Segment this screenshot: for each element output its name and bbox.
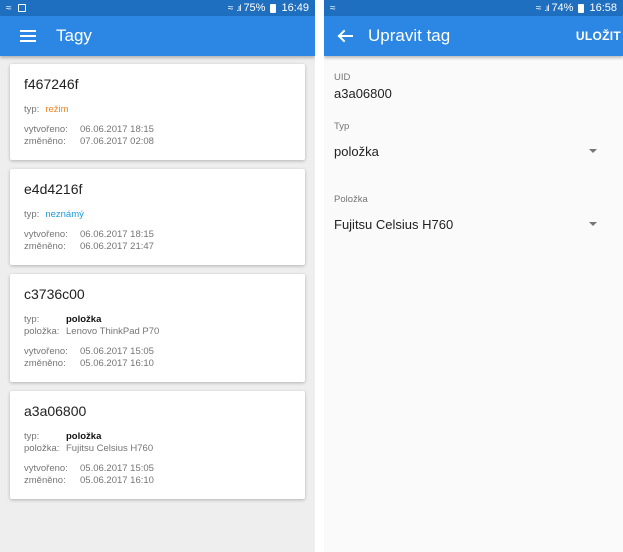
type-label: typ: (24, 314, 40, 325)
tag-item-row: položka: Lenovo ThinkPad P70 (24, 326, 291, 338)
clock: 16:58 (589, 2, 617, 14)
tag-type-row: typ: položka (24, 431, 291, 443)
modified-row: změněno: 07.06.2017 02:08 (24, 136, 291, 148)
app-bar: Tagy (0, 16, 315, 56)
item-label: Položka (334, 194, 368, 205)
tag-card[interactable]: e4d4216f typ: neznámý vytvořeno: 06.06.2… (10, 169, 305, 265)
edit-tag-screen: ≈ ≈ .ıl 74% 16:58 Upravit tag ULOŽIT UID… (324, 0, 623, 552)
modified-label: změněno: (24, 358, 66, 369)
tag-card[interactable]: c3736c00 typ: položka položka: Lenovo Th… (10, 274, 305, 382)
type-label: typ: (24, 209, 40, 220)
menu-button[interactable] (0, 16, 56, 56)
type-label: typ: (24, 104, 40, 115)
created-value: 05.06.2017 15:05 (80, 463, 154, 474)
tag-type-row: typ: položka (24, 314, 291, 326)
modified-value: 06.06.2017 21:47 (80, 241, 154, 252)
uid-label: UID (334, 72, 351, 83)
hamburger-menu-icon (20, 30, 36, 42)
type-select-value: položka (334, 143, 379, 159)
back-button[interactable] (324, 16, 368, 56)
tag-item-row: položka: Fujitsu Celsius H760 (24, 443, 291, 455)
app-bar: Upravit tag ULOŽIT (324, 16, 623, 56)
dropdown-arrow-icon (589, 222, 597, 226)
page-title: Upravit tag (368, 26, 451, 45)
type-select[interactable]: položka (334, 136, 613, 166)
modified-label: změněno: (24, 136, 66, 147)
status-bar: ≈ ≈ .ıl 74% 16:58 (324, 0, 623, 16)
created-row: vytvořeno: 06.06.2017 18:15 (24, 124, 291, 136)
tag-uid: e4d4216f (24, 181, 83, 197)
tag-list: f467246f typ: režim vytvořeno: 06.06.201… (0, 56, 315, 499)
tag-list-screen: ≈ ≈ .ıl 75% 16:49 Tagy f467246f typ: rež… (0, 0, 315, 552)
item-select[interactable]: Fujitsu Celsius H760 (334, 209, 613, 239)
tag-type-row: typ: režim (24, 104, 291, 116)
modified-row: změněno: 05.06.2017 16:10 (24, 358, 291, 370)
battery-icon (270, 3, 277, 13)
created-row: vytvořeno: 06.06.2017 18:15 (24, 229, 291, 241)
modified-value: 05.06.2017 16:10 (80, 475, 154, 486)
tag-type-row: typ: neznámý (24, 209, 291, 221)
status-bar: ≈ ≈ .ıl 75% 16:49 (0, 0, 315, 16)
item-select-value: Fujitsu Celsius H760 (334, 216, 454, 232)
created-label: vytvořeno: (24, 346, 68, 357)
item-label: položka: (24, 443, 60, 454)
save-button[interactable]: ULOŽIT (576, 29, 623, 43)
dropdown-arrow-icon (589, 149, 597, 153)
type-value: položka (66, 314, 102, 325)
item-label: položka: (24, 326, 60, 337)
wifi-signal-icon: ≈ (535, 2, 542, 14)
type-value: položka (66, 431, 102, 442)
back-arrow-icon (337, 29, 354, 43)
modified-label: změněno: (24, 475, 66, 486)
clock: 16:49 (281, 2, 309, 14)
edit-form: UID a3a06800 Typ položka Položka Fujitsu… (324, 56, 623, 239)
created-row: vytvořeno: 05.06.2017 15:05 (24, 346, 291, 358)
cell-signal-icon: .ıl (236, 3, 241, 13)
created-value: 06.06.2017 18:15 (80, 124, 154, 135)
created-value: 05.06.2017 15:05 (80, 346, 154, 357)
modified-value: 07.06.2017 02:08 (80, 136, 154, 147)
tag-card[interactable]: a3a06800 typ: položka položka: Fujitsu C… (10, 391, 305, 499)
battery-percent: 75% (243, 2, 266, 14)
type-value: režim (45, 104, 69, 115)
wifi-icon: ≈ (6, 2, 12, 14)
created-value: 06.06.2017 18:15 (80, 229, 154, 240)
created-row: vytvořeno: 05.06.2017 15:05 (24, 463, 291, 475)
screenshot-icon (17, 4, 26, 12)
page-title: Tagy (56, 26, 92, 45)
created-label: vytvořeno: (24, 124, 68, 135)
created-label: vytvořeno: (24, 229, 68, 240)
created-label: vytvořeno: (24, 463, 68, 474)
wifi-signal-icon: ≈ (227, 2, 234, 14)
tag-card[interactable]: f467246f typ: režim vytvořeno: 06.06.201… (10, 64, 305, 160)
item-value: Lenovo ThinkPad P70 (66, 326, 160, 337)
modified-value: 05.06.2017 16:10 (80, 358, 154, 369)
type-label: Typ (334, 121, 350, 132)
battery-percent: 74% (551, 2, 574, 14)
cell-signal-icon: .ıl (544, 3, 549, 13)
item-value: Fujitsu Celsius H760 (66, 443, 154, 454)
uid-value: a3a06800 (334, 86, 392, 101)
type-value: neznámý (45, 209, 84, 220)
modified-label: změněno: (24, 241, 66, 252)
tag-uid: f467246f (24, 76, 79, 92)
modified-row: změněno: 06.06.2017 21:47 (24, 241, 291, 253)
tag-uid: c3736c00 (24, 286, 85, 302)
battery-icon (578, 3, 585, 13)
type-label: typ: (24, 431, 40, 442)
tag-uid: a3a06800 (24, 403, 87, 419)
wifi-icon: ≈ (330, 2, 336, 14)
modified-row: změněno: 05.06.2017 16:10 (24, 475, 291, 487)
